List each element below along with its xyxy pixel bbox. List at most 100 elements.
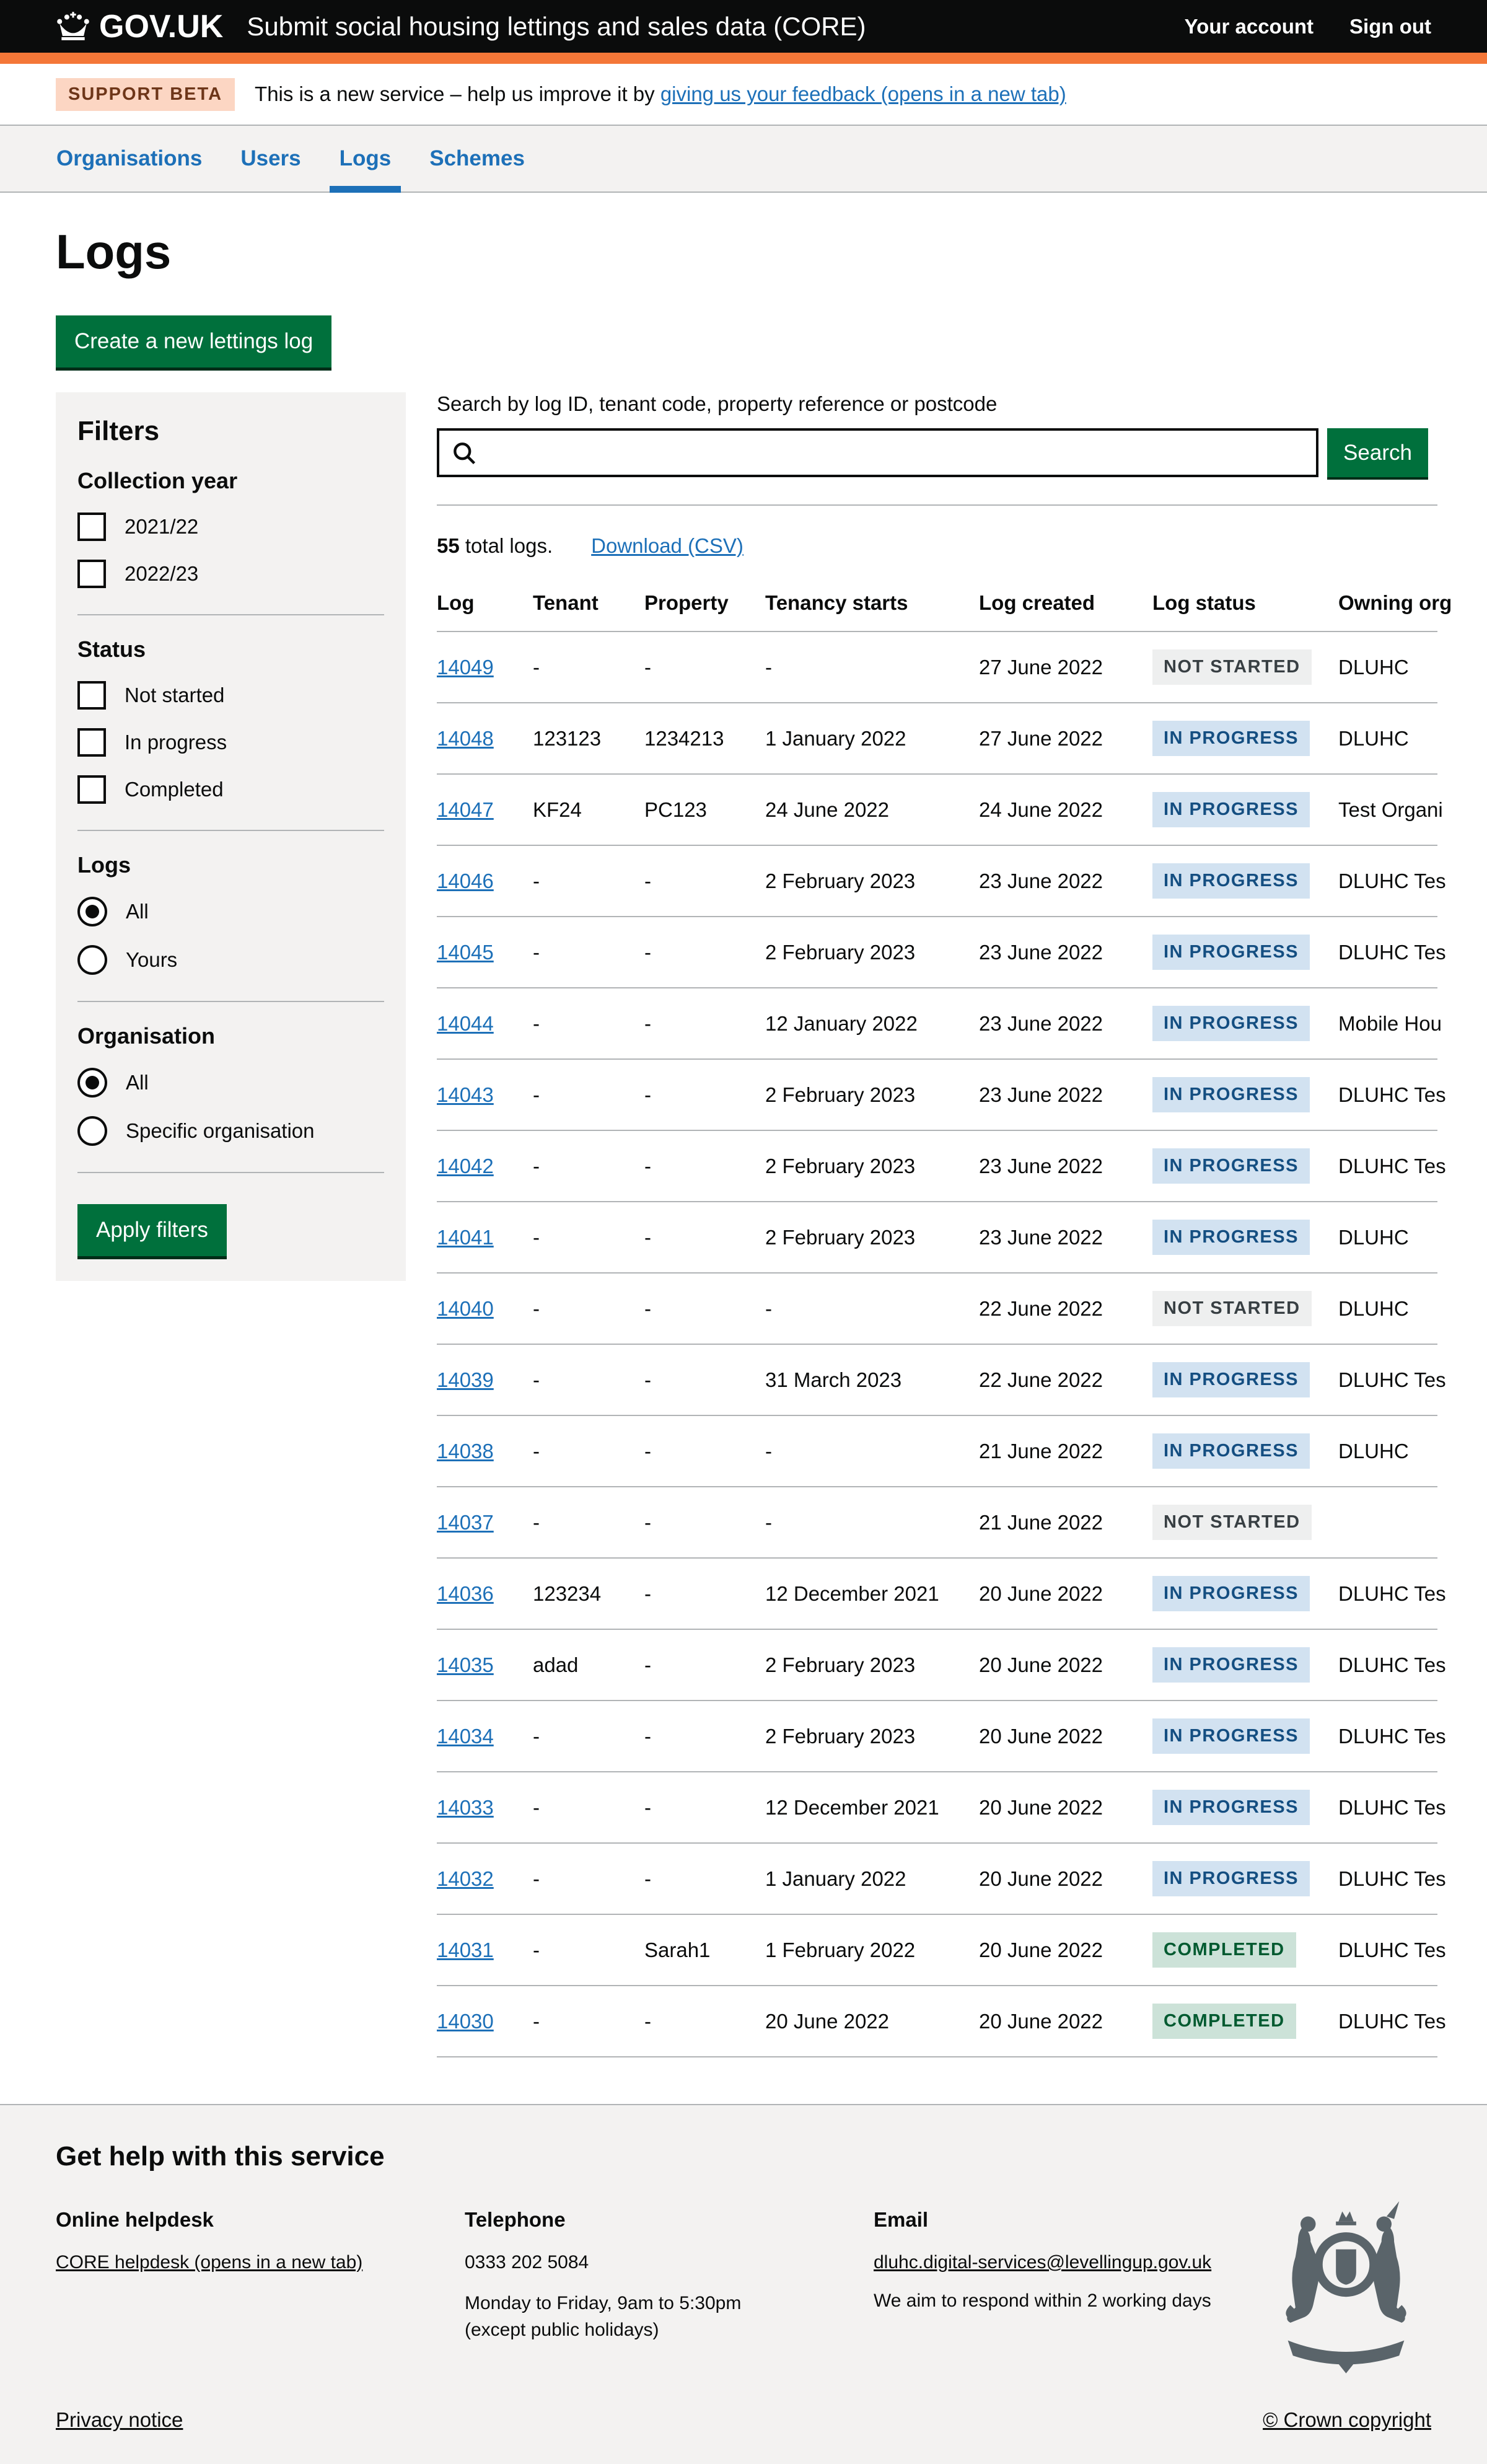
- cell-log-created: 20 June 2022: [979, 1914, 1152, 1986]
- col-header-owning-org: Owning org: [1338, 580, 1437, 631]
- checkbox-not-started[interactable]: [77, 681, 106, 710]
- log-link[interactable]: 14043: [437, 1083, 494, 1106]
- cell-tenant: -: [533, 1344, 644, 1415]
- cell-owning-org: DLUHC: [1338, 1415, 1437, 1487]
- cell-log-created: 24 June 2022: [979, 774, 1152, 845]
- filters-panel: Filters Collection year 2021/22 2022/23 …: [56, 392, 406, 1281]
- royal-coat-of-arms: [1270, 2198, 1422, 2387]
- cell-tenant: -: [533, 917, 644, 988]
- filter-option-2021-22: 2021/22: [77, 513, 384, 541]
- cell-tenant: -: [533, 1130, 644, 1202]
- radio-logs-all[interactable]: [77, 897, 107, 926]
- nav-item-logs[interactable]: Logs: [330, 126, 401, 191]
- cell-owning-org: Mobile Hou: [1338, 988, 1437, 1059]
- cell-property: -: [644, 988, 765, 1059]
- cell-log-created: 21 June 2022: [979, 1415, 1152, 1487]
- cell-tenant: -: [533, 1914, 644, 1986]
- radio-org-specific[interactable]: [77, 1116, 107, 1146]
- log-link[interactable]: 14038: [437, 1440, 494, 1463]
- table-row: 14030 - - 20 June 2022 20 June 2022 Comp…: [437, 1986, 1437, 2057]
- filter-divider: [77, 1001, 384, 1002]
- cell-owning-org: DLUHC Tes: [1338, 1558, 1437, 1629]
- log-link[interactable]: 14041: [437, 1226, 494, 1249]
- log-link[interactable]: 14037: [437, 1511, 494, 1534]
- cell-property: -: [644, 1986, 765, 2057]
- table-row: 14049 - - - 27 June 2022 Not started DLU…: [437, 631, 1437, 703]
- privacy-notice-link[interactable]: Privacy notice: [56, 2408, 183, 2432]
- cell-tenancy-starts: 20 June 2022: [765, 1986, 979, 2057]
- cell-property: -: [644, 1344, 765, 1415]
- col-header-property: Property: [644, 580, 765, 631]
- log-link[interactable]: 14044: [437, 1012, 494, 1035]
- service-name[interactable]: Submit social housing lettings and sales…: [247, 12, 866, 42]
- filter-option-org-all: All: [77, 1068, 384, 1098]
- table-row: 14046 - - 2 February 2023 23 June 2022 I…: [437, 845, 1437, 917]
- cell-tenant: 123123: [533, 703, 644, 774]
- nav-item-organisations[interactable]: Organisations: [46, 126, 212, 191]
- log-link[interactable]: 14049: [437, 656, 494, 679]
- log-link[interactable]: 14047: [437, 798, 494, 821]
- cell-property: -: [644, 1558, 765, 1629]
- crown-copyright-link[interactable]: © Crown copyright: [1263, 2408, 1431, 2432]
- checkbox-in-progress[interactable]: [77, 728, 106, 757]
- radio-label: Yours: [126, 948, 177, 972]
- log-link[interactable]: 14040: [437, 1297, 494, 1320]
- search-input[interactable]: [478, 431, 1316, 475]
- checkbox-2021-22[interactable]: [77, 513, 106, 541]
- col-header-log: Log: [437, 580, 533, 631]
- telephone-heading: Telephone: [465, 2208, 874, 2232]
- status-badge: In progress: [1152, 1077, 1310, 1112]
- cell-tenancy-starts: 1 January 2022: [765, 1843, 979, 1914]
- feedback-link[interactable]: giving us your feedback (opens in a new …: [660, 82, 1066, 105]
- status-badge: Completed: [1152, 1932, 1296, 1968]
- apply-filters-button[interactable]: Apply filters: [77, 1204, 227, 1256]
- page-title: Logs: [56, 227, 1437, 276]
- checkbox-label: Not started: [125, 684, 224, 707]
- status-badge: In progress: [1152, 1647, 1310, 1683]
- status-badge: Not started: [1152, 1505, 1312, 1540]
- email-link[interactable]: dluhc.digital-services@levellingup.gov.u…: [874, 2252, 1211, 2273]
- log-link[interactable]: 14036: [437, 1582, 494, 1605]
- cell-tenant: -: [533, 1202, 644, 1273]
- checkbox-2022-23[interactable]: [77, 560, 106, 588]
- filter-divider: [77, 614, 384, 615]
- cell-tenant: -: [533, 1273, 644, 1344]
- log-link[interactable]: 14045: [437, 941, 494, 964]
- log-link[interactable]: 14035: [437, 1653, 494, 1676]
- cell-log-created: 20 June 2022: [979, 1772, 1152, 1843]
- create-lettings-log-button[interactable]: Create a new lettings log: [56, 315, 331, 367]
- cell-tenant: -: [533, 1843, 644, 1914]
- beta-tag: SUPPORT BETA: [56, 78, 235, 111]
- log-link[interactable]: 14034: [437, 1725, 494, 1748]
- cell-property: -: [644, 1130, 765, 1202]
- nav-item-schemes[interactable]: Schemes: [419, 126, 535, 191]
- log-link[interactable]: 14030: [437, 2010, 494, 2033]
- radio-org-all[interactable]: [77, 1068, 107, 1098]
- log-link[interactable]: 14046: [437, 869, 494, 892]
- email-heading: Email: [874, 2208, 1283, 2232]
- your-account-link[interactable]: Your account: [1185, 15, 1314, 38]
- filter-option-logs-yours: Yours: [77, 945, 384, 975]
- telephone-hours: Monday to Friday, 9am to 5:30pm: [465, 2290, 874, 2317]
- log-link[interactable]: 14039: [437, 1368, 494, 1391]
- log-link[interactable]: 14048: [437, 727, 494, 750]
- core-helpdesk-link[interactable]: CORE helpdesk (opens in a new tab): [56, 2252, 362, 2273]
- checkbox-completed[interactable]: [77, 775, 106, 804]
- cell-property: 1234213: [644, 703, 765, 774]
- nav-item-users[interactable]: Users: [230, 126, 310, 191]
- log-link[interactable]: 14033: [437, 1796, 494, 1819]
- filter-option-2022-23: 2022/23: [77, 560, 384, 588]
- log-link[interactable]: 14042: [437, 1155, 494, 1177]
- filter-option-in-progress: In progress: [77, 728, 384, 757]
- log-link[interactable]: 14031: [437, 1938, 494, 1961]
- govuk-logo[interactable]: GOV.UK: [56, 8, 223, 45]
- cell-tenancy-starts: 2 February 2023: [765, 1202, 979, 1273]
- filter-option-logs-all: All: [77, 897, 384, 926]
- cell-tenant: 123234: [533, 1558, 644, 1629]
- filter-option-org-specific: Specific organisation: [77, 1116, 384, 1146]
- radio-logs-yours[interactable]: [77, 945, 107, 975]
- download-csv-link[interactable]: Download (CSV): [591, 534, 744, 558]
- log-link[interactable]: 14032: [437, 1867, 494, 1890]
- search-button[interactable]: Search: [1327, 428, 1428, 477]
- sign-out-link[interactable]: Sign out: [1349, 15, 1431, 38]
